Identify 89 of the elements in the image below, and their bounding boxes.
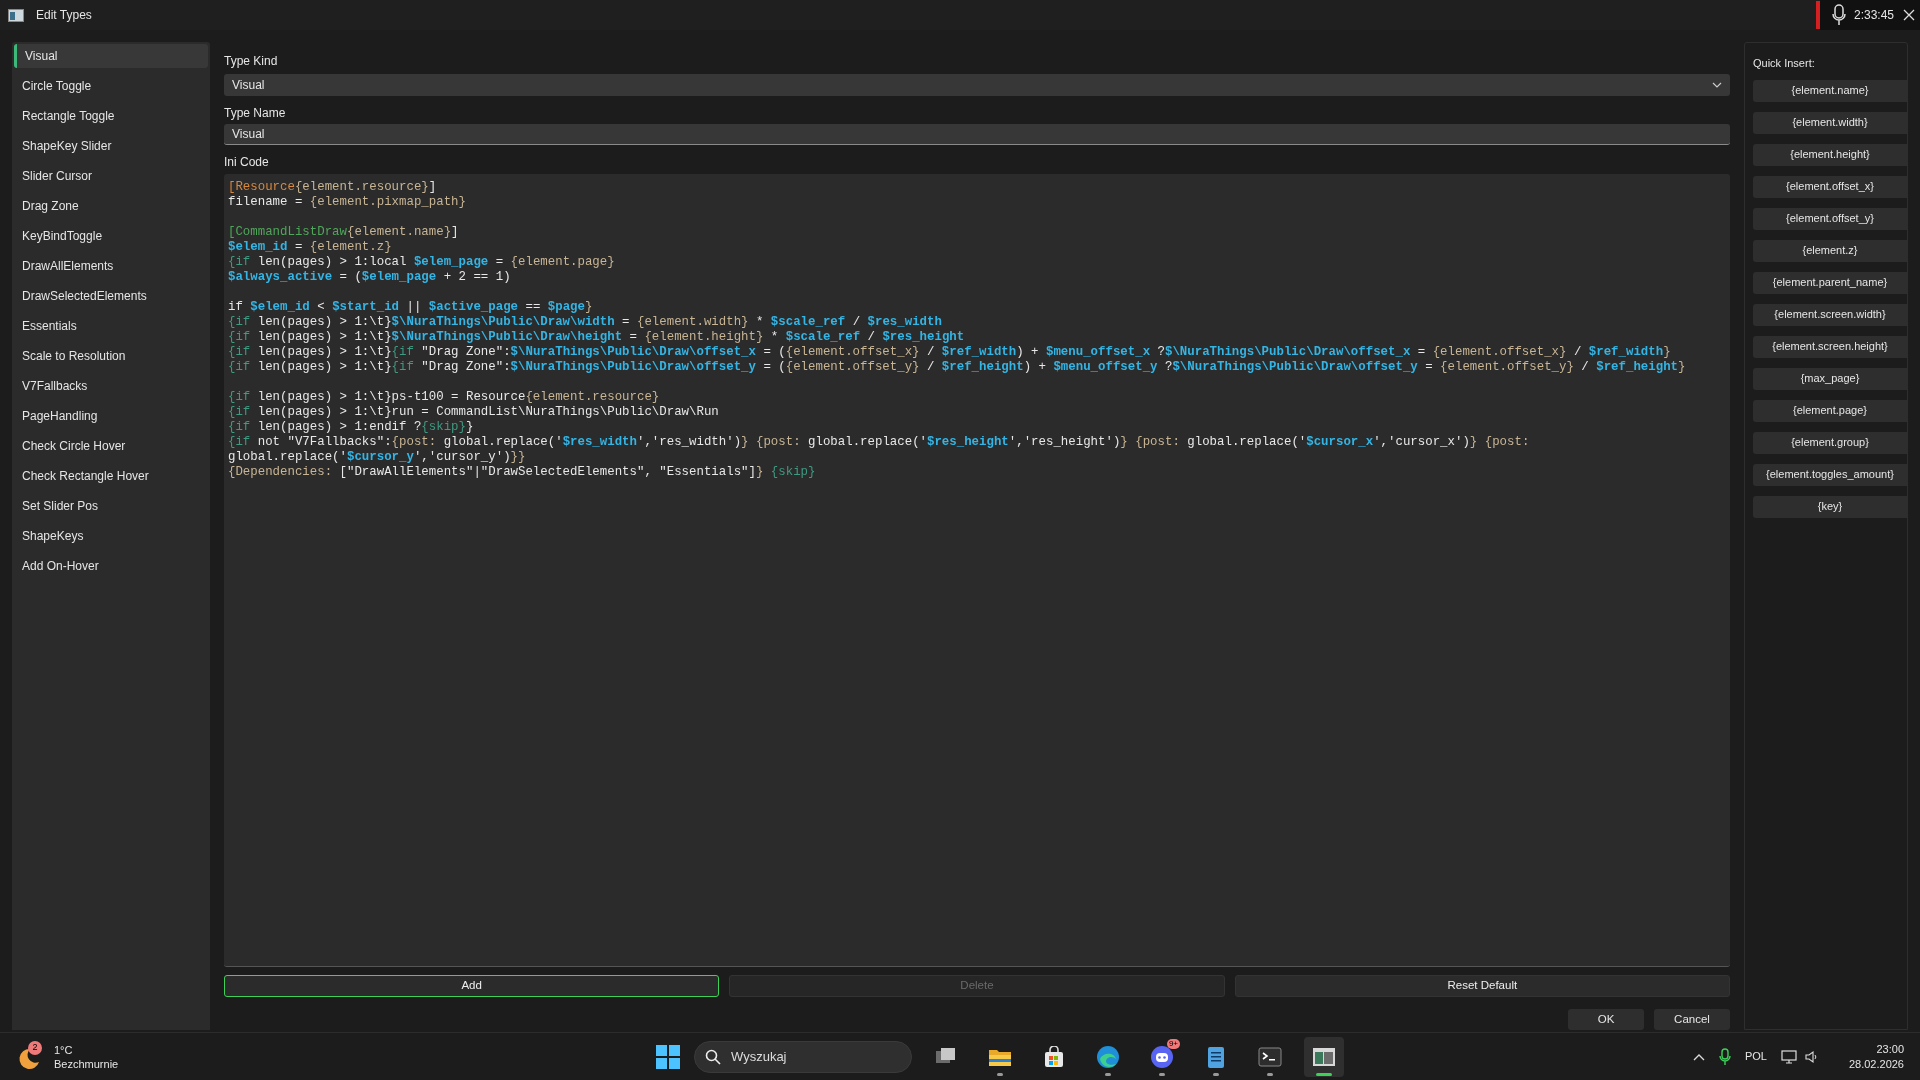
language-indicator[interactable]: POL	[1744, 1048, 1767, 1065]
dialog-button[interactable]: Cancel	[1654, 1009, 1730, 1030]
code-line: if $elem_id < $start_id || $active_page == $page}	[228, 300, 593, 315]
code-line: {if len(pages) > 1:\t}$\NuraThings\Public\Draw\width = {element.width} * $scale_ref / $res_width	[228, 315, 942, 330]
code-line: $elem_id = {element.z}	[228, 240, 392, 255]
sidebar-item[interactable]: PageHandling	[14, 404, 208, 428]
insert-button[interactable]: {element.name}	[1753, 79, 1907, 102]
sidebar-item[interactable]: ShapeKey Slider	[14, 134, 208, 158]
timer: 2:33:45	[1853, 7, 1894, 24]
sidebar-item[interactable]: Circle Toggle	[14, 74, 208, 98]
browser-icon	[1096, 1044, 1120, 1069]
sidebar-item[interactable]: Scale to Resolution	[14, 344, 208, 368]
code-line: {if len(pages) > 1:\t}run = CommandList\NuraThings\Public\Draw\Run	[228, 405, 719, 420]
code-line: [Resource{element.resource}]	[228, 180, 437, 195]
type-kind-dropdown[interactable]: Visual	[224, 74, 1730, 96]
code-line: {if len(pages) > 1:\t}{if "Drag Zone":$\NuraThings\Public\Draw\offset_y = ({element.offset_y} / $ref_height) + $menu_offset_y ?$\NuraThings\Public\Draw\offset_y = {element.offset_y} / $ref_height}	[228, 360, 1686, 375]
notification-badge: 9+	[1166, 1038, 1180, 1049]
code-line: {if len(pages) > 1:local $elem_page = {element.page}	[228, 255, 615, 270]
field-label: Type Name	[224, 105, 287, 120]
code-line: global.replace('$cursor_y','cursor_y')}}	[228, 450, 526, 465]
code-line: {if len(pages) > 1:\t}ps-t100 = Resource{element.resource}	[228, 390, 660, 405]
code-editor[interactable]	[224, 174, 1730, 967]
microphone-icon	[1831, 4, 1846, 26]
start-icon[interactable]	[656, 1044, 680, 1069]
panel-title: Quick Insert:	[1753, 56, 1816, 71]
insert-button[interactable]: {element.offset_y}	[1753, 207, 1907, 230]
insert-button[interactable]: {element.width}	[1753, 111, 1907, 134]
chevron-up-icon[interactable]	[1692, 1052, 1705, 1061]
insert-button[interactable]: {element.parent_name}	[1753, 271, 1907, 294]
sidebar-item[interactable]: DrawSelectedElements	[14, 284, 208, 308]
code-line: {Dependencies: ["DrawAllElements"|"DrawSelectedElements", "Essentials"]} {skip}	[228, 465, 816, 480]
code-line: {if len(pages) > 1:endif ?{skip}}	[228, 420, 474, 435]
weather-condition: Bezchmurnie	[54, 1056, 119, 1071]
action-button[interactable]: Add	[224, 975, 720, 997]
insert-button[interactable]: {element.screen.width}	[1753, 303, 1907, 326]
notification-badge: 2	[28, 1040, 42, 1055]
sidebar-item[interactable]: Check Rectangle Hover	[14, 464, 208, 488]
shopping-bag-icon	[1043, 1045, 1065, 1068]
type-name-field[interactable]: Visual	[224, 124, 1730, 145]
sidebar-item[interactable]: Slider Cursor	[14, 164, 208, 188]
sidebar-item[interactable]: Visual	[14, 44, 208, 68]
sidebar-item[interactable]: Check Circle Hover	[14, 434, 208, 458]
sidebar-item[interactable]: ShapeKeys	[14, 524, 208, 548]
close-icon[interactable]	[1902, 8, 1916, 22]
chevron-down-icon	[1712, 82, 1722, 88]
chat-icon	[1150, 1044, 1174, 1069]
code-line: {if not "V7Fallbacks":{post: global.replace('$res_width','res_width')} {post: global.replace('$res_height','res_height')} {post: global.replace('$cursor_x','cursor_x')} {post:	[228, 435, 1530, 450]
code-line: filename = {element.pixmap_path}	[228, 195, 466, 210]
sidebar-item[interactable]: KeyBindToggle	[14, 224, 208, 248]
insert-button[interactable]: {key}	[1753, 495, 1907, 518]
clock-date[interactable]: 28.02.2026	[1848, 1056, 1904, 1072]
insert-button[interactable]: {element.height}	[1753, 143, 1907, 166]
action-button[interactable]: Reset Default	[1234, 975, 1730, 997]
app-icon	[8, 8, 24, 22]
monitor-icon[interactable]	[1780, 1049, 1797, 1064]
speaker-icon[interactable]	[1804, 1049, 1819, 1064]
clock-time[interactable]: 23:00	[1876, 1041, 1904, 1057]
insert-button[interactable]: {element.group}	[1753, 431, 1907, 454]
code-line: $always_active = ($elem_page + 2 == 1)	[228, 270, 511, 285]
field-label: Ini Code	[224, 154, 270, 169]
notepad-icon	[1206, 1044, 1226, 1069]
window-icon	[1312, 1046, 1336, 1067]
taskbar-app[interactable]: 9+	[1142, 1036, 1182, 1077]
insert-button[interactable]: {max_page}	[1753, 367, 1907, 390]
insert-button[interactable]: {element.offset_x}	[1753, 175, 1907, 198]
sidebar-item[interactable]: V7Fallbacks	[14, 374, 208, 398]
code-line: {if len(pages) > 1:\t}{if "Drag Zone":$\NuraThings\Public\Draw\offset_x = ({element.offset_x} / $ref_width) + $menu_offset_x ?$\NuraThings\Public\Draw\offset_x = {element.offset_x} / $ref_width}	[228, 345, 1671, 360]
search-icon	[705, 1048, 721, 1065]
window-title: Edit Types	[36, 7, 92, 24]
temperature: 1°C	[54, 1042, 74, 1057]
code-line: {if len(pages) > 1:\t}$\NuraThings\Public\Draw\height = {element.height} * $scale_ref / $res_height	[228, 330, 965, 345]
sidebar-item[interactable]: Essentials	[14, 314, 208, 338]
search-field[interactable]: Wyszukaj	[694, 1040, 912, 1073]
insert-button[interactable]: {element.z}	[1753, 239, 1907, 262]
terminal-icon	[1258, 1046, 1282, 1067]
sidebar-item[interactable]: Drag Zone	[14, 194, 208, 218]
insert-button[interactable]: {element.screen.height}	[1753, 335, 1907, 358]
taskbar-app[interactable]	[1304, 1036, 1344, 1077]
code-line: [CommandListDraw{element.name}]	[228, 225, 459, 240]
sidebar-item[interactable]: Add On-Hover	[14, 554, 208, 578]
recording-indicator	[1815, 1, 1820, 29]
field-label: Type Kind	[224, 53, 279, 68]
sidebar-item[interactable]: DrawAllElements	[14, 254, 208, 278]
sidebar-item[interactable]: Rectangle Toggle	[14, 104, 208, 128]
insert-button[interactable]: {element.page}	[1753, 399, 1907, 422]
insert-button[interactable]: {element.toggles_amount}	[1753, 463, 1907, 486]
microphone-icon[interactable]	[1718, 1047, 1731, 1066]
sidebar-item[interactable]: Set Slider Pos	[14, 494, 208, 518]
dialog-button[interactable]: OK	[1568, 1009, 1644, 1030]
